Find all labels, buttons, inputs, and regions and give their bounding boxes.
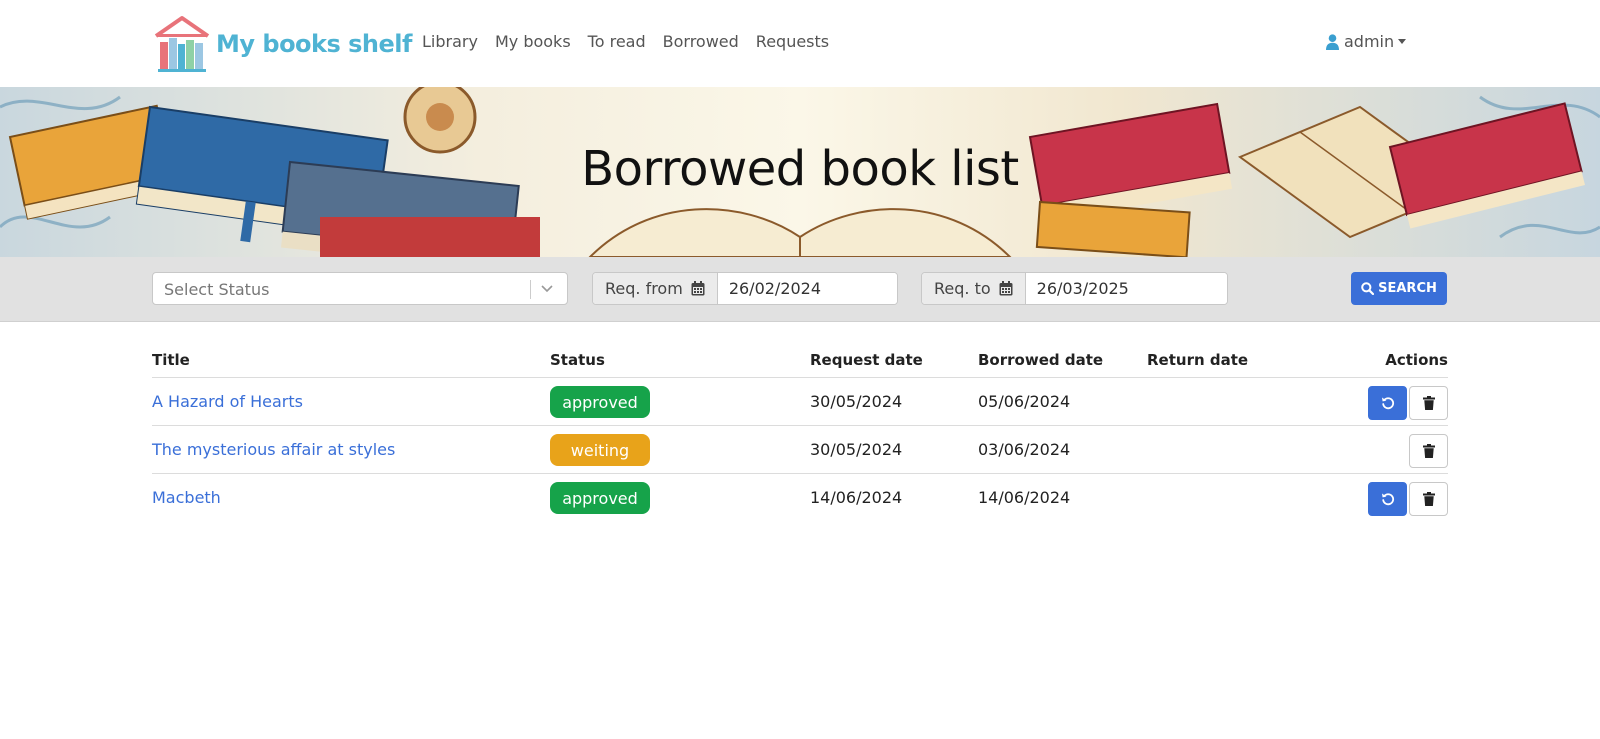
undo-icon (1381, 397, 1394, 410)
return-book-button[interactable] (1368, 482, 1407, 516)
request-to-group: Req. to (921, 272, 1228, 305)
nav-requests[interactable]: Requests (756, 32, 829, 51)
search-button[interactable]: SEARCH (1351, 272, 1447, 305)
return-book-button[interactable] (1368, 386, 1407, 420)
header-actions: Actions (1385, 351, 1448, 369)
nav-my-books[interactable]: My books (495, 32, 571, 51)
borrowed-date-cell: 05/06/2024 (978, 392, 1071, 411)
undo-icon (1381, 493, 1394, 506)
delete-button[interactable] (1409, 482, 1448, 516)
table-row: A Hazard of Hearts approved 30/05/2024 0… (152, 378, 1448, 426)
delete-button[interactable] (1409, 386, 1448, 420)
table-row: Macbeth approved 14/06/2024 14/06/2024 (152, 474, 1448, 522)
brand-link[interactable]: My books shelf (152, 14, 412, 72)
borrowed-date-cell: 14/06/2024 (978, 488, 1071, 507)
user-menu[interactable]: admin (1326, 32, 1407, 51)
search-icon (1361, 282, 1375, 295)
request-date-cell: 30/05/2024 (810, 392, 903, 411)
hero-banner: Borrowed book list (0, 87, 1600, 257)
request-from-input[interactable] (717, 273, 897, 304)
request-date-cell: 30/05/2024 (810, 440, 903, 459)
request-to-input[interactable] (1025, 273, 1227, 304)
trash-icon (1422, 444, 1435, 458)
request-date-cell: 14/06/2024 (810, 488, 903, 507)
request-to-label: Req. to (922, 273, 1026, 304)
book-title-link[interactable]: A Hazard of Hearts (152, 392, 303, 411)
header-title: Title (152, 351, 190, 369)
select-separator (530, 280, 531, 299)
brand-name: My books shelf (216, 30, 412, 58)
borrowed-date-cell: 03/06/2024 (978, 440, 1071, 459)
navbar: My books shelf Library My books To read … (0, 0, 1600, 87)
nav-library[interactable]: Library (422, 32, 478, 51)
request-to-label-text: Req. to (934, 279, 991, 298)
book-title-link[interactable]: Macbeth (152, 488, 221, 507)
request-from-group: Req. from (592, 272, 898, 305)
calendar-icon (691, 281, 705, 296)
trash-icon (1422, 492, 1435, 506)
status-select-placeholder: Select Status (164, 280, 270, 299)
chevron-down-icon (541, 285, 553, 293)
request-from-label: Req. from (593, 273, 718, 304)
borrowed-table: Title Status Request date Borrowed date … (152, 338, 1448, 522)
chevron-down-icon (1398, 39, 1407, 44)
nav-to-read[interactable]: To read (588, 32, 646, 51)
table-header: Title Status Request date Borrowed date … (152, 338, 1448, 378)
status-select[interactable]: Select Status (152, 272, 568, 305)
calendar-icon (999, 281, 1013, 296)
header-status: Status (550, 351, 605, 369)
header-borrowed-date: Borrowed date (978, 351, 1104, 369)
status-badge: approved (550, 386, 650, 418)
status-badge: weiting (550, 434, 650, 466)
nav-borrowed[interactable]: Borrowed (663, 32, 739, 51)
user-icon (1326, 33, 1339, 50)
search-button-label: SEARCH (1378, 281, 1437, 296)
table-row: The mysterious affair at styles weiting … (152, 426, 1448, 474)
status-badge: approved (550, 482, 650, 514)
delete-button[interactable] (1409, 434, 1448, 468)
header-return-date: Return date (1147, 351, 1249, 369)
trash-icon (1422, 396, 1435, 410)
header-request-date: Request date (810, 351, 923, 369)
page-title: Borrowed book list (581, 141, 1019, 197)
user-name: admin (1344, 32, 1395, 51)
main-nav: Library My books To read Borrowed Reques… (422, 32, 846, 51)
filter-bar: Select Status Req. from Req. (0, 257, 1600, 322)
bookshelf-house-icon (154, 16, 210, 72)
request-from-label-text: Req. from (605, 279, 683, 298)
book-title-link[interactable]: The mysterious affair at styles (152, 440, 395, 459)
